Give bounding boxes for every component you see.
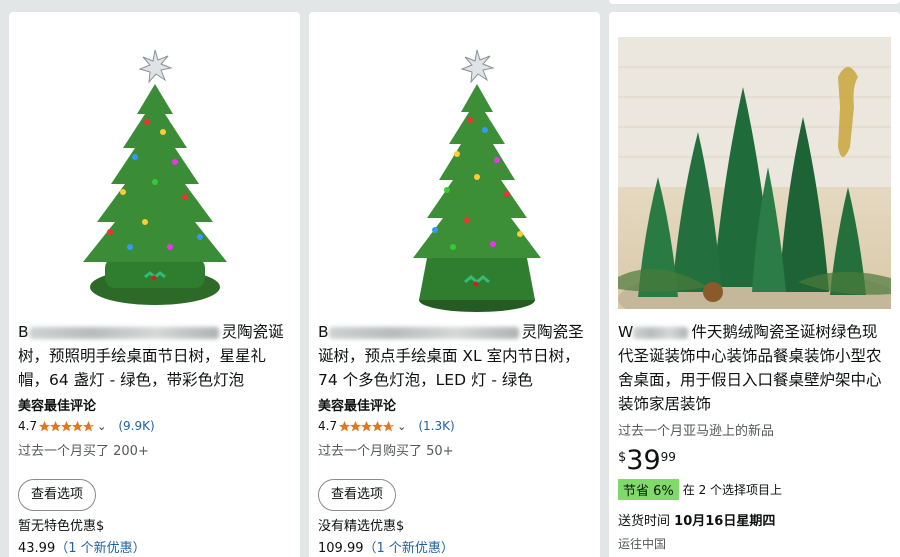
savings-row: 节省 6% 在 2 个选择项目上 [618, 479, 892, 500]
product-grid: B 灵陶瓷诞树，预照明手绘桌面节日树，星星礼帽，64 盏灯 - 绿色，带彩色灯泡 … [0, 0, 900, 557]
delivery-info: 送货时间 10月16日星期四 [618, 514, 776, 529]
see-options-button[interactable]: 查看选项 [18, 479, 97, 511]
star-icon [372, 420, 384, 431]
velvet-trees-image [618, 37, 891, 309]
star-rating[interactable] [39, 420, 95, 432]
rating-row[interactable]: 4.7 ⌄ (9.9K) [18, 419, 292, 433]
product-image[interactable] [9, 12, 300, 312]
review-count-link[interactable]: (1.3K) [418, 419, 454, 433]
product-title[interactable]: B 灵陶瓷圣诞树，预点手绘桌面 XL 室内节日树，74 个多色灯泡，LED 灯 -… [318, 320, 592, 392]
blurred-text [633, 326, 689, 339]
bought-count: 过去一个月买了 200+ [18, 444, 149, 459]
rating-value: 4.7 [18, 419, 38, 433]
delivery-date: 10月16日星期四 [674, 514, 776, 529]
product-image[interactable] [309, 12, 600, 312]
save-note: 在 2 个选择项目上 [682, 483, 783, 497]
new-offers-link[interactable]: （1 个新优惠） [364, 541, 454, 556]
price-line: 43.99（1 个新优惠） [18, 537, 292, 556]
blurred-text [328, 326, 519, 339]
chevron-down-icon[interactable]: ⌄ [97, 420, 106, 433]
price-fraction: 99 [660, 450, 676, 464]
rating-row[interactable]: 4.7 ⌄ (1.3K) [318, 419, 592, 433]
review-count-link[interactable]: (9.9K) [118, 419, 154, 433]
star-icon [61, 420, 73, 431]
price-whole: 39 [626, 445, 661, 476]
bought-count: 过去一个月购买了 50+ [318, 444, 454, 459]
chevron-down-icon[interactable]: ⌄ [397, 420, 406, 433]
star-rating[interactable] [339, 420, 395, 432]
see-options-button[interactable]: 查看选项 [318, 479, 397, 511]
deal-text: 暂无特色优惠$ [18, 519, 105, 534]
price-text: 43.99 [18, 541, 56, 556]
ship-to: 运往中国 [618, 537, 667, 551]
product-title[interactable]: W 件天鹅绒陶瓷圣诞树绿色现代圣诞装饰中心装饰品餐桌装饰小型农舍桌面，用于假日入口… [618, 320, 892, 416]
star-icon [50, 420, 62, 431]
rating-value: 4.7 [318, 419, 338, 433]
product-card[interactable]: W 件天鹅绒陶瓷圣诞树绿色现代圣诞装饰中心装饰品餐桌装饰小型农舍桌面，用于假日入口… [609, 12, 900, 557]
star-icon [339, 420, 351, 431]
product-card[interactable]: B 灵陶瓷诞树，预照明手绘桌面节日树，星星礼帽，64 盏灯 - 绿色，带彩色灯泡 … [9, 12, 300, 557]
card-top-strip [609, 0, 900, 4]
product-title[interactable]: B 灵陶瓷诞树，预照明手绘桌面节日树，星星礼帽，64 盏灯 - 绿色，带彩色灯泡 [18, 320, 292, 392]
star-icon [72, 420, 84, 431]
ceramic-tree-image [82, 49, 227, 305]
save-badge: 节省 6% [618, 479, 679, 500]
new-on-amazon-text: 过去一个月亚马逊上的新品 [618, 424, 775, 439]
ceramic-tree-image [412, 49, 541, 312]
deal-text: 没有精选优惠$ [318, 519, 405, 534]
blurred-text [28, 326, 219, 339]
best-review-badge: 美容最佳评论 [318, 399, 397, 414]
product-card[interactable]: B 灵陶瓷圣诞树，预点手绘桌面 XL 室内节日树，74 个多色灯泡，LED 灯 -… [309, 12, 600, 557]
price[interactable]: $ 39 99 [618, 447, 892, 477]
star-icon [383, 420, 395, 431]
price-line: 109.99（1 个新优惠） [318, 537, 592, 556]
best-review-badge: 美容最佳评论 [18, 399, 97, 414]
star-icon [350, 420, 362, 431]
product-image[interactable] [609, 12, 900, 312]
new-offers-link[interactable]: （1 个新优惠） [55, 541, 145, 556]
star-icon [39, 420, 51, 431]
price-text: 109.99 [318, 541, 364, 556]
star-icon [361, 420, 373, 431]
star-icon [83, 420, 95, 431]
